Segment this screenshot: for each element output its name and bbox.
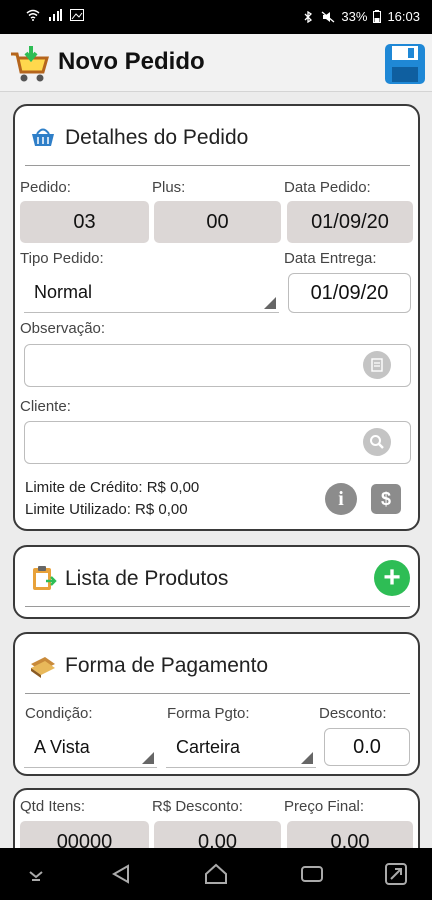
- battery-percent: 33%: [341, 9, 368, 24]
- battery-icon: [373, 10, 382, 23]
- desconto-label: Desconto:: [319, 705, 387, 722]
- condicao-select[interactable]: A Vista: [24, 728, 157, 768]
- forma-pgto-value: Carteira: [176, 737, 241, 757]
- recent-apps-icon[interactable]: [298, 860, 326, 888]
- cliente-label: Cliente:: [20, 398, 71, 415]
- shopping-cart-icon: [11, 46, 49, 82]
- add-product-button[interactable]: +: [374, 560, 410, 596]
- data-entrega-label: Data Entrega:: [284, 250, 377, 267]
- pedido-field: 03: [20, 201, 149, 243]
- forma-pgto-label: Forma Pgto:: [167, 705, 250, 722]
- desconto-input[interactable]: 0.0: [324, 728, 410, 766]
- order-details-card: Detalhes do Pedido Pedido: Plus: Data Pe…: [13, 104, 420, 531]
- clipboard-icon: [33, 566, 57, 590]
- search-icon[interactable]: [363, 428, 391, 456]
- image-notification-icon: [70, 9, 84, 21]
- notes-icon[interactable]: [363, 351, 391, 379]
- payment-header: Forma de Pagamento: [25, 634, 410, 694]
- preco-final-label: Preço Final:: [284, 798, 365, 815]
- clock: 16:03: [387, 9, 420, 24]
- screenshot-icon[interactable]: [382, 860, 410, 888]
- payment-title: Forma de Pagamento: [65, 654, 269, 677]
- condicao-label: Condição:: [25, 705, 93, 722]
- navigation-bar: [0, 848, 432, 900]
- plus-field: 00: [154, 201, 281, 243]
- qtd-itens-label: Qtd Itens:: [20, 798, 86, 815]
- dollar-icon[interactable]: $: [371, 484, 401, 514]
- product-list-header: Lista de Produtos: [25, 547, 410, 607]
- observacao-input[interactable]: [24, 344, 411, 387]
- limite-credito-text: Limite de Crédito: R$ 0,00: [25, 479, 200, 496]
- forma-pgto-select[interactable]: Carteira: [166, 728, 316, 768]
- status-bar: 33% 16:03: [0, 0, 432, 34]
- cliente-input[interactable]: [24, 421, 411, 464]
- rs-desconto-label: R$ Desconto:: [152, 798, 243, 815]
- page-title: Novo Pedido: [58, 48, 205, 75]
- plus-label: Plus:: [152, 179, 186, 196]
- pedido-label: Pedido:: [20, 179, 71, 196]
- tipo-pedido-value: Normal: [34, 282, 93, 302]
- condicao-value: A Vista: [34, 737, 90, 757]
- back-icon[interactable]: [108, 860, 136, 888]
- dropdown-arrow-icon: [301, 752, 313, 764]
- payment-card: Forma de Pagamento Condição: Forma Pgto:…: [13, 632, 420, 776]
- mute-icon: [322, 11, 335, 22]
- money-icon: [31, 657, 55, 678]
- dropdown-arrow-icon: [142, 752, 154, 764]
- wifi-icon: [26, 9, 40, 21]
- data-pedido-label: Data Pedido:: [284, 179, 371, 196]
- save-icon[interactable]: [384, 43, 426, 85]
- product-list-card: Lista de Produtos +: [13, 545, 420, 619]
- product-list-title: Lista de Produtos: [65, 567, 229, 590]
- tipo-pedido-select[interactable]: Normal: [24, 273, 279, 313]
- info-icon[interactable]: i: [325, 483, 357, 515]
- order-details-header: Detalhes do Pedido: [25, 106, 410, 166]
- observacao-label: Observação:: [20, 320, 106, 337]
- order-details-title: Detalhes do Pedido: [65, 126, 249, 149]
- data-pedido-field: 01/09/20: [287, 201, 413, 243]
- tipo-pedido-label: Tipo Pedido:: [20, 250, 104, 267]
- limite-utilizado-text: Limite Utilizado: R$ 0,00: [25, 501, 188, 518]
- home-icon[interactable]: [202, 860, 230, 888]
- chevron-down-icon[interactable]: [22, 860, 50, 888]
- data-entrega-input[interactable]: 01/09/20: [288, 273, 411, 313]
- signal-icon: [49, 9, 62, 21]
- bluetooth-icon: [304, 10, 313, 23]
- dropdown-arrow-icon: [264, 297, 276, 309]
- basket-icon: [32, 128, 54, 146]
- app-bar: Novo Pedido: [0, 34, 432, 92]
